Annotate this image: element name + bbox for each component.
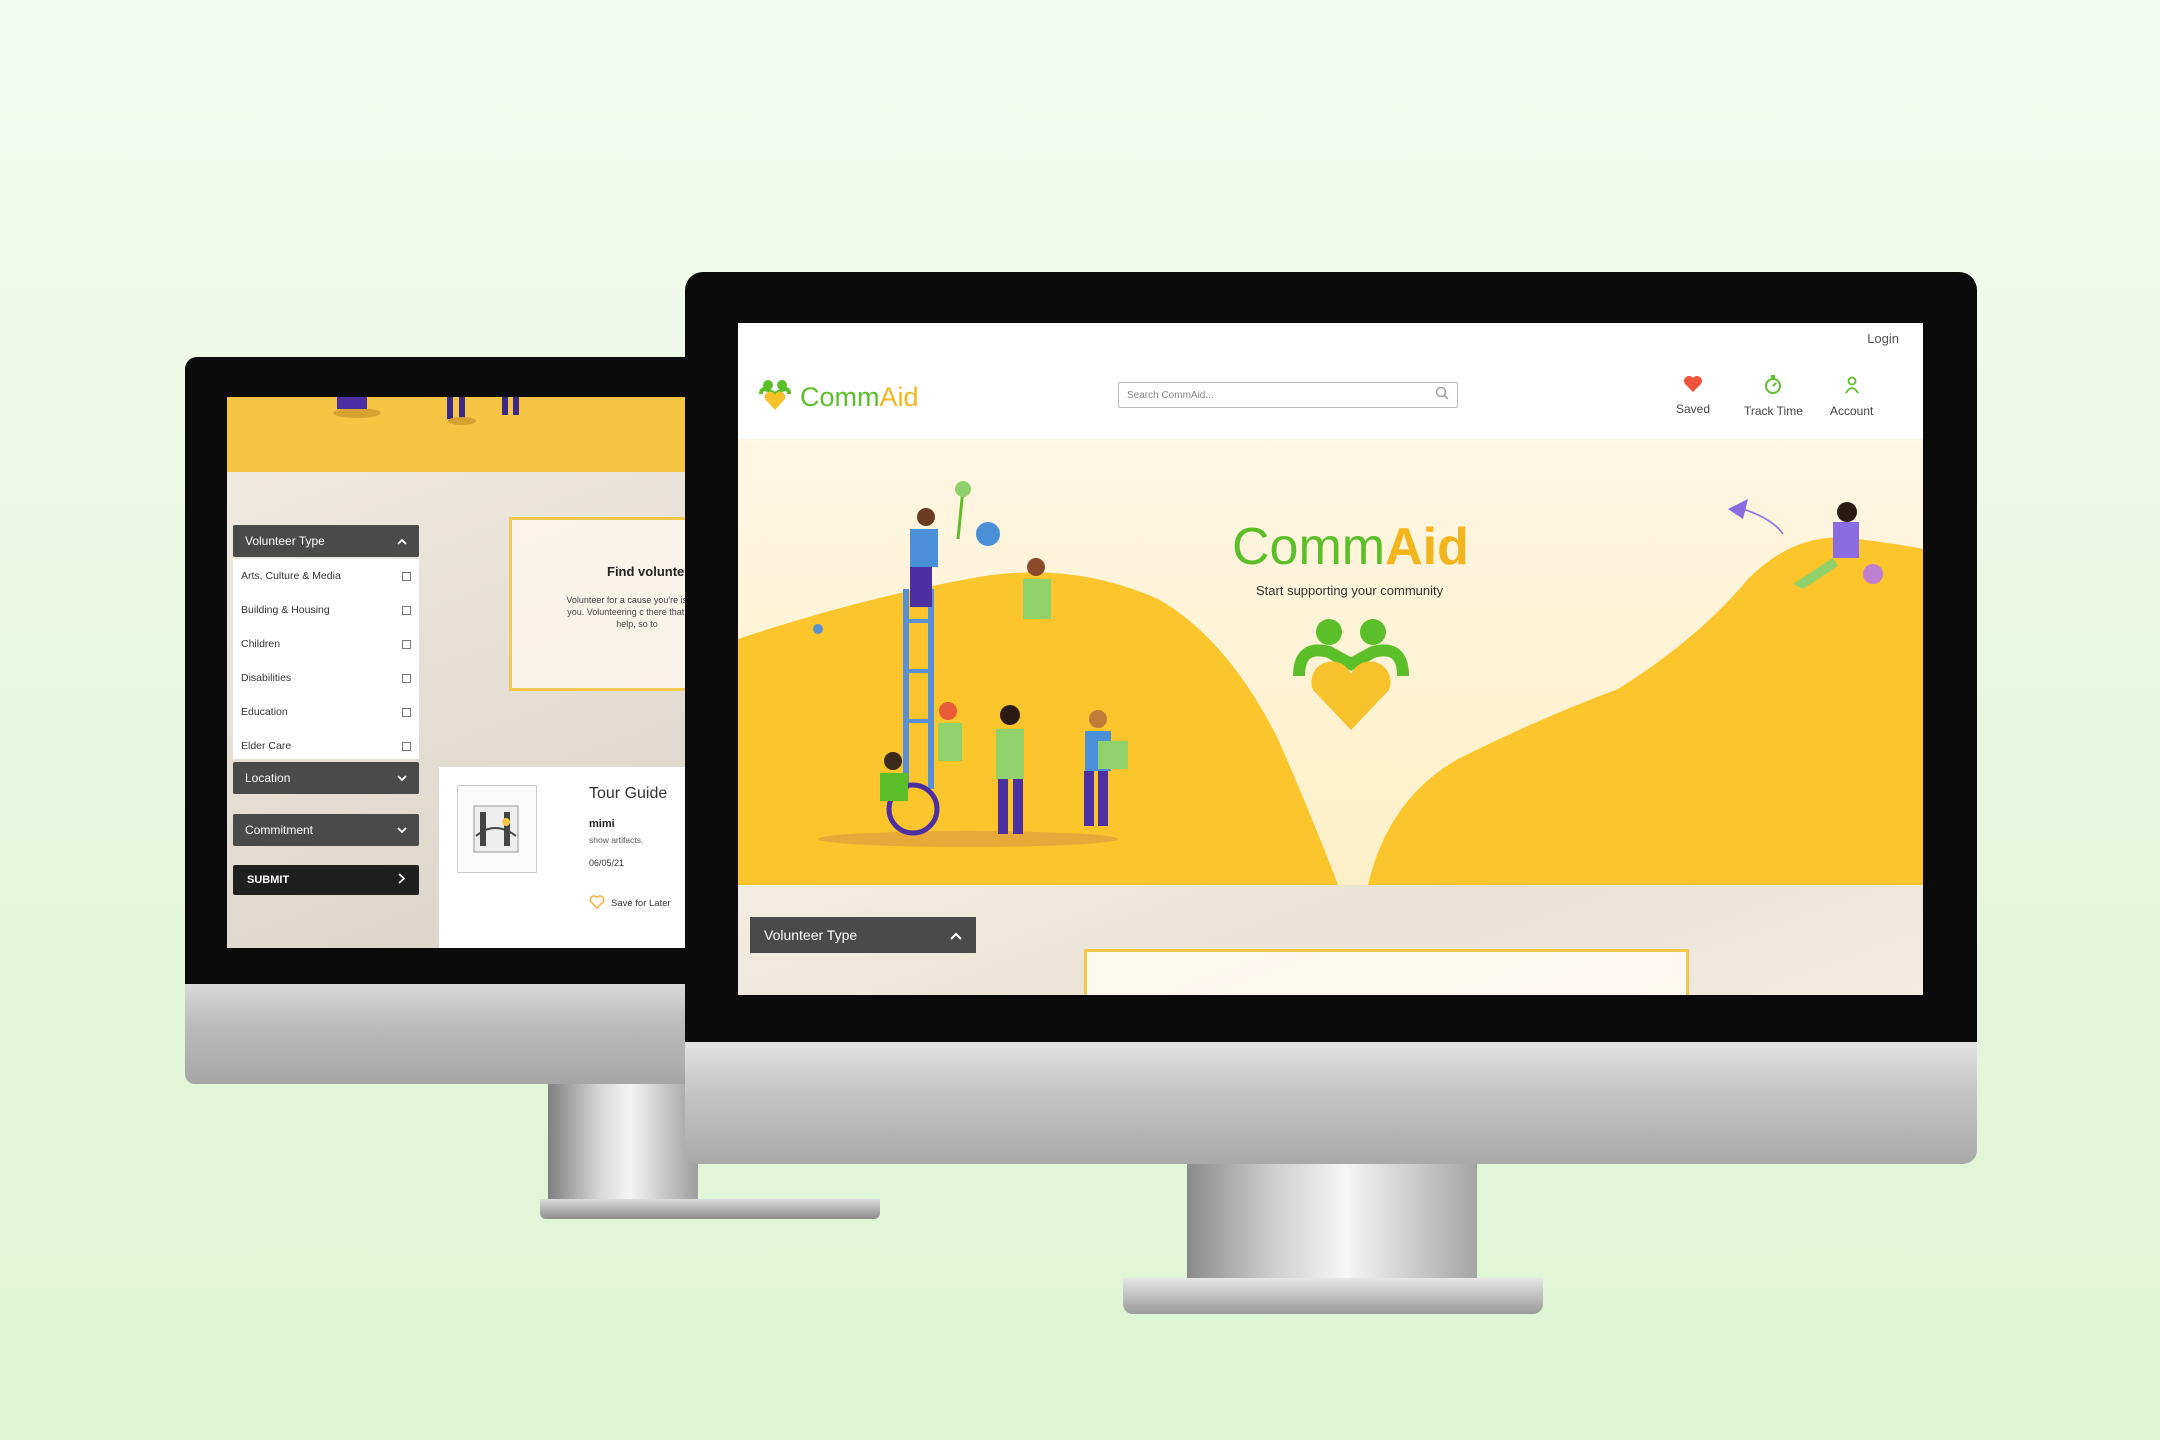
checkbox[interactable] — [402, 707, 411, 717]
hero-title-comm: Comm — [1232, 518, 1386, 576]
search-icon — [1435, 386, 1449, 405]
volunteer-type-dropdown[interactable]: Volunteer Type — [233, 525, 419, 557]
logo[interactable]: CommAid — [758, 378, 919, 417]
hero-subtitle: Start supporting your community — [1256, 583, 1444, 598]
search-input[interactable]: Search CommAid... — [1118, 382, 1458, 408]
logo-text: CommAid — [800, 382, 919, 413]
back-monitor-stand — [548, 1084, 698, 1199]
hero-title: CommAid — [1232, 517, 1469, 577]
back-screen: Volunteer Type Arts, Culture & Media Bui… — [227, 397, 745, 948]
commitment-dropdown[interactable]: Commitment — [233, 814, 419, 846]
opportunity-description: show artifacts. — [589, 835, 644, 845]
banner-illustration — [333, 397, 519, 425]
volunteer-type-label: Volunteer Type — [764, 927, 858, 943]
category-label: Building & Housing — [241, 604, 330, 616]
checkbox[interactable] — [402, 571, 411, 581]
chevron-down-icon — [397, 771, 407, 785]
category-label: Children — [241, 638, 281, 650]
category-label: Disabilities — [241, 672, 292, 684]
hero-title-aid: Aid — [1385, 518, 1469, 576]
hero-banner: CommAid Start supporting your community — [738, 439, 1923, 885]
person-icon — [1844, 375, 1860, 398]
stopwatch-icon — [1764, 375, 1782, 398]
girl-with-kite-illustration — [1728, 499, 1883, 589]
back-monitor-foot — [540, 1199, 880, 1219]
list-item[interactable]: Arts, Culture & Media — [233, 559, 419, 593]
saved-nav[interactable]: Saved — [1676, 375, 1710, 416]
back-monitor-chin — [185, 984, 745, 1084]
list-item[interactable]: Disabilities — [233, 661, 419, 695]
volunteers-illustration — [813, 481, 1128, 847]
volunteer-type-label: Volunteer Type — [245, 534, 325, 548]
submit-label: SUBMIT — [247, 874, 290, 886]
track-time-label: Track Time — [1744, 404, 1803, 418]
list-item[interactable]: Elder Care — [233, 729, 419, 759]
front-screen: Login CommAid Search CommAid... Saved Tr… — [738, 323, 1923, 995]
opportunity-date: 06/05/21 — [589, 858, 625, 868]
checkbox[interactable] — [402, 673, 411, 683]
list-item[interactable]: Building & Housing — [233, 593, 419, 627]
commitment-label: Commitment — [245, 823, 314, 837]
location-dropdown[interactable]: Location — [233, 762, 419, 794]
save-for-later-label: Save for Later — [611, 898, 671, 909]
list-item[interactable]: Children — [233, 627, 419, 661]
find-card-title: Find volunte — [607, 564, 685, 579]
front-monitor-foot — [1123, 1278, 1543, 1314]
track-time-nav[interactable]: Track Time — [1744, 375, 1803, 418]
chevron-up-icon — [397, 534, 407, 548]
chevron-up-icon — [950, 927, 962, 943]
category-label: Education — [241, 706, 288, 718]
opportunity-title: Tour Guide — [589, 785, 668, 802]
save-for-later-button[interactable]: Save for Later — [589, 895, 671, 912]
volunteer-type-dropdown[interactable]: Volunteer Type — [750, 917, 976, 953]
back-monitor: Volunteer Type Arts, Culture & Media Bui… — [185, 357, 880, 1219]
location-label: Location — [245, 771, 291, 785]
checkbox[interactable] — [402, 605, 411, 615]
front-monitor-chin — [685, 1042, 1977, 1164]
commaid-logo-icon — [758, 378, 792, 417]
heart-outline-icon — [589, 895, 605, 912]
opportunity-user: mimi — [589, 818, 615, 830]
find-volunteer-card — [1084, 949, 1689, 995]
login-link[interactable]: Login — [1867, 331, 1899, 346]
commaid-hero-logo-icon — [1293, 619, 1409, 730]
account-label: Account — [1830, 404, 1874, 418]
banner-band — [227, 397, 745, 472]
bridge-icon — [457, 785, 537, 873]
list-item[interactable]: Education — [233, 695, 419, 729]
volunteer-type-list: Arts, Culture & Media Building & Housing… — [233, 559, 419, 759]
chevron-right-icon — [398, 873, 406, 887]
checkbox[interactable] — [402, 741, 411, 751]
logo-text-aid: Aid — [879, 382, 919, 412]
heart-icon — [1683, 375, 1703, 396]
logo-text-comm: Comm — [800, 382, 880, 412]
saved-label: Saved — [1676, 402, 1711, 416]
category-label: Arts, Culture & Media — [241, 570, 341, 582]
submit-button[interactable]: SUBMIT — [233, 865, 419, 895]
category-label: Elder Care — [241, 740, 292, 752]
search-placeholder: Search CommAid... — [1127, 389, 1214, 401]
account-nav[interactable]: Account — [1830, 375, 1873, 418]
front-monitor-stand — [1187, 1164, 1477, 1284]
chevron-down-icon — [397, 823, 407, 837]
checkbox[interactable] — [402, 639, 411, 649]
